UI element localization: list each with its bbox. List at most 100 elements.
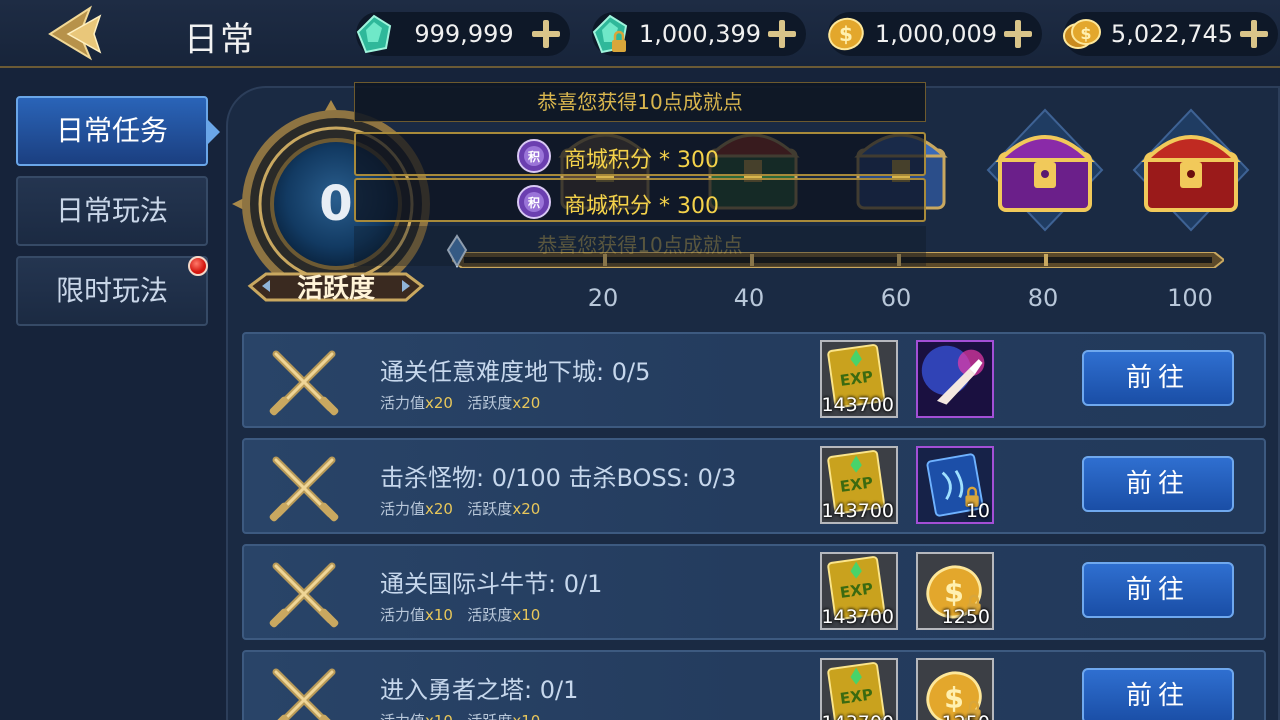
tab-daily-tasks[interactable]: 日常任务 <box>16 96 220 166</box>
activity-points-label: 活跃度 <box>467 500 513 518</box>
resource-value: 1,000,399 <box>638 20 762 48</box>
notification-dot <box>188 256 208 276</box>
chest-icon[interactable] <box>986 108 1104 232</box>
milestone-60: 60 <box>880 284 912 312</box>
exp-book-icon: EXP <box>827 662 885 720</box>
glowing-hand-icon <box>918 342 992 416</box>
tab-limited-gameplay[interactable]: 限时玩法 <box>16 256 208 326</box>
reward-item[interactable]: EXP 143700 <box>820 658 898 720</box>
item-quantity: 1250 <box>942 712 990 720</box>
task-row: 击杀怪物: 0/100 击杀BOSS: 0/3 活力值x20 活跃度x20 EX… <box>242 438 1266 534</box>
chest-icon[interactable] <box>1132 108 1250 232</box>
achievement-toast-title: 恭喜您获得10点成就点 <box>354 82 926 122</box>
add-gold-coin-stack-button[interactable] <box>1236 16 1272 52</box>
svg-text:$: $ <box>839 22 853 46</box>
item-quantity: 143700 <box>821 606 894 628</box>
milestone-80: 80 <box>1027 284 1059 312</box>
task-name: 击杀怪物: 0/100 击杀BOSS: 0/3 <box>380 464 737 492</box>
vitality-qty: x20 <box>425 394 453 412</box>
resource-value: 1,000,009 <box>874 20 998 48</box>
go-button[interactable]: 前往 <box>1082 668 1234 720</box>
resource-locked-gem: 1,000,399 <box>592 12 806 56</box>
reward-item[interactable]: EXP 143700 <box>820 552 898 630</box>
gold-coin-stack-icon: $ <box>1063 19 1101 49</box>
crossed-swords-icon <box>269 350 339 416</box>
reward-item[interactable] <box>916 340 994 418</box>
reward-item[interactable]: $ 1250 <box>916 552 994 630</box>
activity-points-qty: x20 <box>512 394 541 412</box>
reward-item[interactable]: EXP 143700 <box>820 446 898 524</box>
item-quantity: 143700 <box>822 712 894 720</box>
task-name: 通关任意难度地下城: 0/5 <box>380 358 651 386</box>
add-locked-gem-button[interactable] <box>764 16 800 52</box>
top-bar: 日常 999,999 1,000,399 $ 1,000,009 $ 5,022… <box>0 0 1280 68</box>
milestone-100: 100 <box>1167 284 1213 312</box>
gold-coin-icon: $ <box>828 17 864 51</box>
back-arrow-icon[interactable] <box>44 4 110 62</box>
svg-text:$: $ <box>944 575 964 608</box>
crossed-swords-icon <box>269 456 339 522</box>
task-name: 进入勇者之塔: 0/1 <box>380 676 579 704</box>
tab-label: 限时玩法 <box>55 274 168 307</box>
svg-text:积: 积 <box>528 149 540 164</box>
activity-points-qty: x10 <box>512 606 541 624</box>
mall-points-coin-icon: 积 <box>517 139 551 173</box>
item-quantity: 143700 <box>821 394 894 416</box>
task-row: 进入勇者之塔: 0/1 活力值x10 活跃度x10 EXP 143700 $ 1… <box>242 650 1266 720</box>
reward-item[interactable]: EXP 143700 <box>820 340 898 418</box>
task-row: 通关任意难度地下城: 0/5 活力值x20 活跃度x20 EXP 143700 … <box>242 332 1266 428</box>
locked-green-gem-icon <box>592 14 628 54</box>
reward-text: 商城积分 * 300 <box>564 194 719 219</box>
vitality-qty: x10 <box>425 606 453 624</box>
activity-points-label: 活跃度 <box>467 394 513 412</box>
vitality-label: 活力值 <box>380 394 426 412</box>
resource-gold-coin-stack: $ 5,022,745 <box>1063 12 1278 56</box>
task-rewards: 活力值x20 活跃度x20 <box>380 392 540 413</box>
milestone-20: 20 <box>587 284 619 312</box>
reward-toast-row: 积 商城积分 * 300 <box>354 178 926 222</box>
activity-points-label: 活跃度 <box>467 712 512 720</box>
activity-points-label: 活跃度 <box>467 606 513 624</box>
tab-daily-gameplay[interactable]: 日常玩法 <box>16 176 208 246</box>
reward-item[interactable]: 10 <box>916 446 994 524</box>
activity-points-qty: x20 <box>512 500 541 518</box>
reward-item[interactable]: $ 1250 <box>916 658 994 720</box>
item-quantity: 10 <box>965 500 990 522</box>
green-gem-icon <box>356 14 392 54</box>
vitality-label: 活力值 <box>380 500 426 518</box>
add-gold-coin-button[interactable] <box>1000 16 1036 52</box>
svg-text:$: $ <box>944 681 964 714</box>
milestone-40: 40 <box>733 284 765 312</box>
svg-text:$: $ <box>1080 24 1091 43</box>
gold-coin-icon: $ <box>918 660 992 720</box>
resource-value: 5,022,745 <box>1110 20 1234 48</box>
go-button[interactable]: 前往 <box>1082 562 1234 618</box>
task-rewards: 活力值x10 活跃度x10 <box>380 710 540 720</box>
crossed-swords-icon <box>269 668 339 720</box>
go-button[interactable]: 前往 <box>1082 456 1234 512</box>
vitality-label: 活力值 <box>380 712 425 720</box>
page-title: 日常 <box>184 20 256 60</box>
go-button[interactable]: 前往 <box>1082 350 1234 406</box>
vitality-qty: x20 <box>425 500 453 518</box>
activity-points-qty: x10 <box>512 712 540 720</box>
item-quantity: 1250 <box>941 606 990 628</box>
task-name: 通关国际斗牛节: 0/1 <box>380 570 603 598</box>
vitality-label: 活力值 <box>380 606 426 624</box>
activity-label: 活跃度 <box>296 274 375 304</box>
resource-value: 999,999 <box>414 20 514 48</box>
crossed-swords-icon <box>269 562 339 628</box>
reward-text: 商城积分 * 300 <box>564 148 719 173</box>
svg-text:积: 积 <box>528 195 540 210</box>
task-row: 通关国际斗牛节: 0/1 活力值x10 活跃度x10 EXP 143700 $ … <box>242 544 1266 640</box>
task-rewards: 活力值x10 活跃度x10 <box>380 604 540 625</box>
task-rewards: 活力值x20 活跃度x20 <box>380 498 540 519</box>
resource-green-gem: 999,999 <box>356 12 570 56</box>
reward-toast-row: 积 商城积分 * 300 <box>354 132 926 176</box>
resource-gold-coin: $ 1,000,009 <box>828 12 1042 56</box>
mall-points-coin-icon: 积 <box>517 185 551 219</box>
fading-toast-title: 恭喜您获得10点成就点 <box>354 226 926 266</box>
add-green-gem-button[interactable] <box>528 16 564 52</box>
item-quantity: 143700 <box>821 500 894 522</box>
vitality-qty: x10 <box>425 712 453 720</box>
